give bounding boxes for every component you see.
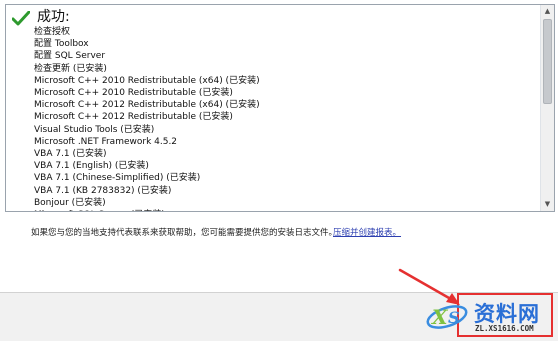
scroll-up-arrow-icon[interactable]: ▲ bbox=[542, 6, 553, 17]
help-message: 如果您与您的当地支持代表联系来获取帮助，您可能需要提供您的安装日志文件。 bbox=[31, 228, 338, 238]
log-line: VBA 7.1 (English) (已安装) bbox=[34, 161, 149, 172]
checkmark-icon bbox=[12, 11, 30, 26]
log-line: Visual Studio Tools (已安装) bbox=[34, 124, 155, 135]
install-log-content: 成功: 检查授权配置 Toolbox 配置 SQL Server 检查更新 (已安装… bbox=[6, 5, 540, 211]
log-line: 配置 Toolbox bbox=[34, 39, 89, 50]
scrollbar-thumb[interactable] bbox=[543, 19, 552, 104]
log-line: Microsoft SQL Server (已安装) bbox=[34, 209, 260, 211]
log-line: Microsoft .NET Framework 4.5.2 bbox=[34, 136, 178, 147]
create-report-link[interactable]: 压缩并创建报表。 bbox=[333, 226, 401, 238]
log-line: 检查更新 (已安装) bbox=[34, 63, 107, 74]
log-line: 检查授权 bbox=[34, 27, 71, 37]
svg-text:S: S bbox=[448, 308, 460, 327]
svg-text:X: X bbox=[430, 305, 449, 329]
log-line: VBA 7.1 (已安装) bbox=[34, 149, 107, 160]
success-heading: 成功: bbox=[37, 9, 70, 25]
log-line: Microsoft C++ 2012 Redistributable (x64)… bbox=[34, 100, 260, 111]
log-scrollbar[interactable]: ▲ ▼ bbox=[540, 5, 554, 211]
install-log-panel: 成功: 检查授权配置 Toolbox 配置 SQL Server 检查更新 (已安装… bbox=[5, 4, 555, 212]
log-line: Microsoft C++ 2010 Redistributable (x64)… bbox=[34, 75, 260, 86]
watermark-url: ZL.XS1616.COM bbox=[475, 324, 534, 333]
watermark-logo-icon: X S bbox=[426, 305, 468, 329]
log-line: Microsoft C++ 2010 Redistributable (已安装) bbox=[34, 88, 233, 99]
log-line: Bonjour (已安装) bbox=[34, 197, 106, 208]
install-result-list: 检查授权 配置 Toolbox 配置 SQL Server 检查更新 (已安装) Mic… bbox=[34, 26, 260, 211]
log-line: VBA 7.1 (KB 2783832) (已安装) bbox=[34, 185, 172, 196]
log-line: VBA 7.1 (Chinese-Simplified) (已安装) bbox=[34, 173, 201, 184]
log-line: 配置 SQL Server bbox=[34, 51, 106, 62]
scroll-down-arrow-icon[interactable]: ▼ bbox=[542, 199, 553, 210]
watermark: X S 资料网 ZL.XS1616.COM bbox=[420, 296, 554, 338]
log-line: Microsoft C++ 2012 Redistributable (已安装) bbox=[34, 112, 233, 123]
